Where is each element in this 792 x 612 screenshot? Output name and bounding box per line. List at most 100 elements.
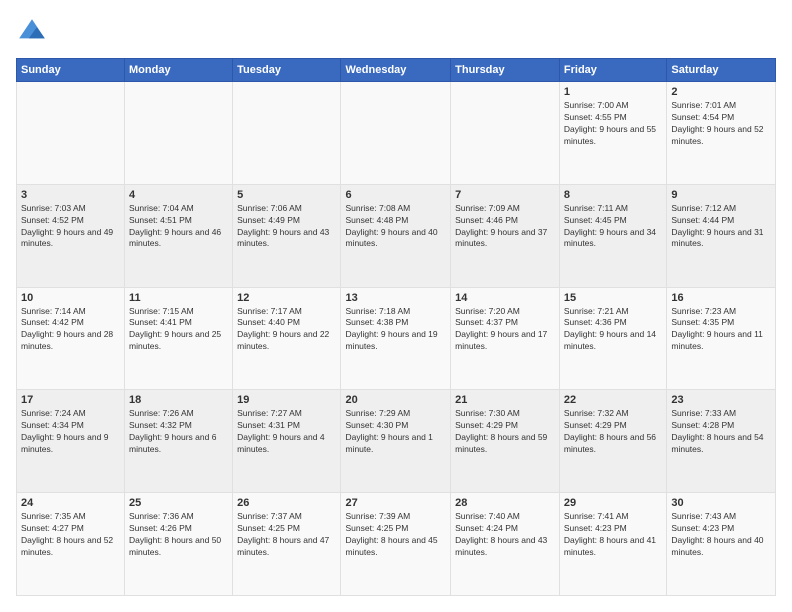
- day-number: 19: [237, 394, 336, 406]
- day-info: Sunrise: 7:00 AM Sunset: 4:55 PM Dayligh…: [564, 100, 662, 148]
- calendar-cell: 23 Sunrise: 7:33 AM Sunset: 4:28 PM Dayli…: [667, 390, 776, 493]
- day-number: 29: [564, 497, 662, 509]
- day-number: 15: [564, 292, 662, 304]
- day-info: Sunrise: 7:37 AM Sunset: 4:25 PM Dayligh…: [237, 511, 336, 559]
- calendar-cell: 27 Sunrise: 7:39 AM Sunset: 4:25 PM Dayli…: [341, 493, 451, 596]
- logo-icon: [16, 16, 48, 48]
- day-number: 1: [564, 86, 662, 98]
- day-number: 2: [671, 86, 771, 98]
- day-number: 22: [564, 394, 662, 406]
- week-row-1: 3 Sunrise: 7:03 AM Sunset: 4:52 PM Daylig…: [17, 184, 776, 287]
- header-day-thursday: Thursday: [451, 59, 560, 82]
- day-info: Sunrise: 7:29 AM Sunset: 4:30 PM Dayligh…: [345, 408, 446, 456]
- calendar-cell: [341, 82, 451, 185]
- day-number: 18: [129, 394, 228, 406]
- day-info: Sunrise: 7:41 AM Sunset: 4:23 PM Dayligh…: [564, 511, 662, 559]
- day-info: Sunrise: 7:32 AM Sunset: 4:29 PM Dayligh…: [564, 408, 662, 456]
- calendar-cell: 13Sunrise: 7:18 AM Sunset: 4:38 PM Dayli…: [341, 287, 451, 390]
- day-info: Sunrise: 7:06 AM Sunset: 4:49 PM Dayligh…: [237, 203, 336, 251]
- day-number: 6: [345, 189, 446, 201]
- day-number: 4: [129, 189, 228, 201]
- calendar-cell: [17, 82, 125, 185]
- day-number: 23: [671, 394, 771, 406]
- day-info: Sunrise: 7:26 AM Sunset: 4:32 PM Dayligh…: [129, 408, 228, 456]
- calendar-cell: 7 Sunrise: 7:09 AM Sunset: 4:46 PM Daylig…: [451, 184, 560, 287]
- header: [16, 16, 776, 48]
- day-number: 17: [21, 394, 120, 406]
- calendar-cell: 9 Sunrise: 7:12 AM Sunset: 4:44 PM Daylig…: [667, 184, 776, 287]
- page: SundayMondayTuesdayWednesdayThursdayFrid…: [0, 0, 792, 612]
- day-info: Sunrise: 7:09 AM Sunset: 4:46 PM Dayligh…: [455, 203, 555, 251]
- day-info: Sunrise: 7:30 AM Sunset: 4:29 PM Dayligh…: [455, 408, 555, 456]
- day-number: 7: [455, 189, 555, 201]
- day-number: 20: [345, 394, 446, 406]
- day-info: Sunrise: 7:36 AM Sunset: 4:26 PM Dayligh…: [129, 511, 228, 559]
- day-info: Sunrise: 7:12 AM Sunset: 4:44 PM Dayligh…: [671, 203, 771, 251]
- day-number: 10: [21, 292, 120, 304]
- calendar-table: SundayMondayTuesdayWednesdayThursdayFrid…: [16, 58, 776, 596]
- header-row: SundayMondayTuesdayWednesdayThursdayFrid…: [17, 59, 776, 82]
- day-number: 26: [237, 497, 336, 509]
- calendar-cell: [125, 82, 233, 185]
- day-info: Sunrise: 7:11 AM Sunset: 4:45 PM Dayligh…: [564, 203, 662, 251]
- day-number: 28: [455, 497, 555, 509]
- calendar-cell: 24 Sunrise: 7:35 AM Sunset: 4:27 PM Dayli…: [17, 493, 125, 596]
- calendar-cell: 14Sunrise: 7:20 AM Sunset: 4:37 PM Dayli…: [451, 287, 560, 390]
- calendar-cell: 19 Sunrise: 7:27 AM Sunset: 4:31 PM Dayli…: [233, 390, 341, 493]
- day-number: 12: [237, 292, 336, 304]
- day-info: Sunrise: 7:21 AM Sunset: 4:36 PM Dayligh…: [564, 306, 662, 354]
- calendar-cell: 1 Sunrise: 7:00 AM Sunset: 4:55 PM Daylig…: [559, 82, 666, 185]
- calendar-cell: 12 Sunrise: 7:17 AM Sunset: 4:40 PM Dayli…: [233, 287, 341, 390]
- header-day-wednesday: Wednesday: [341, 59, 451, 82]
- calendar-header: SundayMondayTuesdayWednesdayThursdayFrid…: [17, 59, 776, 82]
- calendar: SundayMondayTuesdayWednesdayThursdayFrid…: [16, 58, 776, 596]
- calendar-cell: 29 Sunrise: 7:41 AM Sunset: 4:23 PM Dayli…: [559, 493, 666, 596]
- calendar-cell: 4 Sunrise: 7:04 AM Sunset: 4:51 PM Daylig…: [125, 184, 233, 287]
- calendar-cell: 11Sunrise: 7:15 AM Sunset: 4:41 PM Dayli…: [125, 287, 233, 390]
- day-number: 30: [671, 497, 771, 509]
- calendar-cell: 28 Sunrise: 7:40 AM Sunset: 4:24 PM Dayli…: [451, 493, 560, 596]
- calendar-cell: 3 Sunrise: 7:03 AM Sunset: 4:52 PM Daylig…: [17, 184, 125, 287]
- day-info: Sunrise: 7:23 AM Sunset: 4:35 PM Dayligh…: [671, 306, 771, 354]
- day-info: Sunrise: 7:35 AM Sunset: 4:27 PM Dayligh…: [21, 511, 120, 559]
- calendar-cell: 30 Sunrise: 7:43 AM Sunset: 4:23 PM Dayli…: [667, 493, 776, 596]
- day-number: 8: [564, 189, 662, 201]
- calendar-cell: 22 Sunrise: 7:32 AM Sunset: 4:29 PM Dayli…: [559, 390, 666, 493]
- logo: [16, 16, 52, 48]
- day-info: Sunrise: 7:43 AM Sunset: 4:23 PM Dayligh…: [671, 511, 771, 559]
- week-row-4: 24 Sunrise: 7:35 AM Sunset: 4:27 PM Dayli…: [17, 493, 776, 596]
- header-day-monday: Monday: [125, 59, 233, 82]
- day-number: 13: [345, 292, 446, 304]
- calendar-cell: [451, 82, 560, 185]
- header-day-sunday: Sunday: [17, 59, 125, 82]
- day-info: Sunrise: 7:40 AM Sunset: 4:24 PM Dayligh…: [455, 511, 555, 559]
- day-info: Sunrise: 7:33 AM Sunset: 4:28 PM Dayligh…: [671, 408, 771, 456]
- day-info: Sunrise: 7:24 AM Sunset: 4:34 PM Dayligh…: [21, 408, 120, 456]
- day-info: Sunrise: 7:08 AM Sunset: 4:48 PM Dayligh…: [345, 203, 446, 251]
- day-info: Sunrise: 7:27 AM Sunset: 4:31 PM Dayligh…: [237, 408, 336, 456]
- calendar-cell: 16Sunrise: 7:23 AM Sunset: 4:35 PM Dayli…: [667, 287, 776, 390]
- day-info: Sunrise: 7:03 AM Sunset: 4:52 PM Dayligh…: [21, 203, 120, 251]
- week-row-0: 1 Sunrise: 7:00 AM Sunset: 4:55 PM Daylig…: [17, 82, 776, 185]
- calendar-cell: 18 Sunrise: 7:26 AM Sunset: 4:32 PM Dayli…: [125, 390, 233, 493]
- day-info: Sunrise: 7:17 AM Sunset: 4:40 PM Dayligh…: [237, 306, 336, 354]
- calendar-cell: 25 Sunrise: 7:36 AM Sunset: 4:26 PM Dayli…: [125, 493, 233, 596]
- day-number: 9: [671, 189, 771, 201]
- day-number: 27: [345, 497, 446, 509]
- week-row-2: 10Sunrise: 7:14 AM Sunset: 4:42 PM Dayli…: [17, 287, 776, 390]
- day-number: 11: [129, 292, 228, 304]
- calendar-cell: 6 Sunrise: 7:08 AM Sunset: 4:48 PM Daylig…: [341, 184, 451, 287]
- day-number: 21: [455, 394, 555, 406]
- calendar-cell: 8 Sunrise: 7:11 AM Sunset: 4:45 PM Daylig…: [559, 184, 666, 287]
- day-number: 3: [21, 189, 120, 201]
- calendar-cell: 20 Sunrise: 7:29 AM Sunset: 4:30 PM Dayli…: [341, 390, 451, 493]
- header-day-saturday: Saturday: [667, 59, 776, 82]
- calendar-cell: [233, 82, 341, 185]
- day-info: Sunrise: 7:04 AM Sunset: 4:51 PM Dayligh…: [129, 203, 228, 251]
- calendar-cell: 21 Sunrise: 7:30 AM Sunset: 4:29 PM Dayli…: [451, 390, 560, 493]
- day-info: Sunrise: 7:39 AM Sunset: 4:25 PM Dayligh…: [345, 511, 446, 559]
- day-number: 25: [129, 497, 228, 509]
- day-number: 24: [21, 497, 120, 509]
- calendar-cell: 5Sunrise: 7:06 AM Sunset: 4:49 PM Daylig…: [233, 184, 341, 287]
- calendar-cell: 15 Sunrise: 7:21 AM Sunset: 4:36 PM Dayli…: [559, 287, 666, 390]
